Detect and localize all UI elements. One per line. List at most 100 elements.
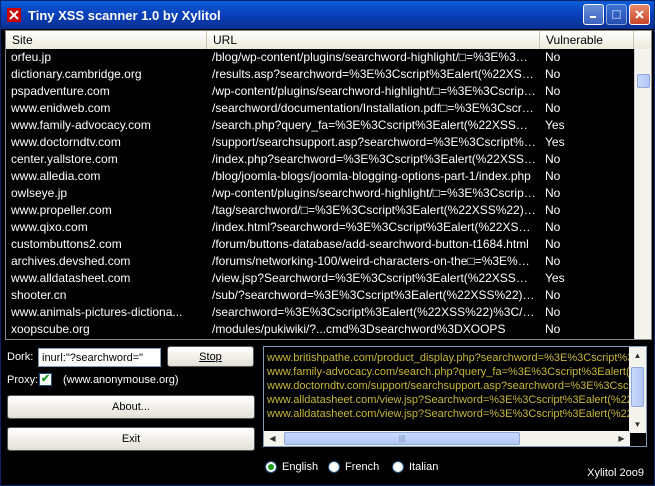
cell-vulnerable: No: [545, 186, 561, 200]
language-english-dot: [265, 461, 277, 473]
exit-button[interactable]: Exit: [7, 427, 255, 451]
log-scroll-up-icon[interactable]: ▲: [630, 348, 645, 363]
table-row[interactable]: orfeu.jp/blog/wp-content/plugins/searchw…: [6, 49, 634, 66]
dork-input[interactable]: [38, 348, 161, 367]
log-horizontal-scrollbar[interactable]: ◀ ||| ▶: [264, 431, 630, 446]
table-row[interactable]: www.animals-pictures-dictiona... /searchw…: [6, 304, 634, 321]
table-row[interactable]: center.yallstore.com/index.php?searchwor…: [6, 151, 634, 168]
log-line: www.doctorndtv.com/support/searchsupport…: [267, 380, 629, 392]
table-header: Site URL Vulnerable: [6, 31, 651, 49]
cell-site: xoopscube.org: [11, 322, 90, 336]
cell-url: /modules/pukiwiki/?...cmd%3Dsearchword%3…: [212, 322, 506, 336]
proxy-checkbox[interactable]: ✔: [39, 373, 52, 386]
cell-vulnerable: No: [545, 50, 561, 64]
column-header-url[interactable]: URL: [207, 31, 540, 49]
log-line: www.family-advocacy.com/search.php?query…: [267, 366, 629, 378]
table-row[interactable]: www.enidweb.com/searchword/documentation…: [6, 100, 634, 117]
table-row[interactable]: archives.devshed.com/forums/networking-1…: [6, 253, 634, 270]
table-row[interactable]: www.qixo.com/index.html?searchword=%3E%3…: [6, 219, 634, 236]
stop-button[interactable]: Stop: [167, 346, 254, 367]
language-english-radio[interactable]: English: [265, 461, 318, 473]
cell-vulnerable: No: [545, 101, 561, 115]
table-row[interactable]: pspadventure.com/wp-content/plugins/sear…: [6, 83, 634, 100]
language-french-radio[interactable]: French: [328, 461, 379, 473]
cell-url: /searchword=%3E%3Cscript%3Ealert(%22XSS%…: [212, 305, 540, 319]
about-button-label: About...: [112, 401, 150, 413]
cell-vulnerable: No: [545, 305, 561, 319]
stop-button-label: Stop: [199, 350, 222, 363]
cell-vulnerable: Yes: [545, 271, 565, 285]
cell-url: /blog/joomla-blogs/joomla-blogging-optio…: [212, 169, 531, 183]
language-italian-dot: [392, 461, 404, 473]
table-row[interactable]: shooter.cn/sub/?searchword=%3E%3Cscript%…: [6, 287, 634, 304]
proxy-label: Proxy:: [7, 374, 39, 386]
maximize-button[interactable]: [606, 4, 627, 25]
log-vertical-scrollbar[interactable]: ▲ ▼: [629, 347, 646, 433]
log-scroll-down-icon[interactable]: ▼: [630, 417, 645, 432]
cell-site: www.qixo.com: [11, 220, 88, 234]
cell-url: /forum/buttons-database/add-searchword-b…: [212, 237, 529, 251]
author-credit: Xylitol 2oo9: [587, 467, 644, 479]
log-scroll-left-icon[interactable]: ◀: [265, 431, 280, 446]
dork-label: Dork:: [7, 351, 34, 363]
table-row[interactable]: www.alldatasheet.com/view.jsp?Searchword…: [6, 270, 634, 287]
column-header-site[interactable]: Site: [6, 31, 207, 49]
language-french-label: French: [345, 461, 380, 473]
minimize-button[interactable]: [583, 4, 604, 25]
cell-url: /sub/?searchword=%3E%3Cscript%3Ealert(%2…: [212, 288, 540, 302]
table-vertical-scrollbar[interactable]: [634, 49, 651, 339]
cell-vulnerable: Yes: [545, 135, 565, 149]
cell-site: archives.devshed.com: [11, 254, 131, 268]
cell-url: /wp-content/plugins/searchword-highlight…: [212, 186, 540, 200]
language-italian-radio[interactable]: Italian: [392, 461, 438, 473]
table-row[interactable]: www.propeller.com/tag/searchword/□=%3E%3…: [6, 202, 634, 219]
table-scroll-thumb[interactable]: [637, 74, 650, 88]
table-row[interactable]: owlseye.jp/wp-content/plugins/searchword…: [6, 185, 634, 202]
log-horizontal-thumb[interactable]: |||: [284, 432, 520, 445]
cell-vulnerable: No: [545, 84, 561, 98]
log-scroll-right-icon[interactable]: ▶: [614, 431, 629, 446]
proxy-host-label: (www.anonymouse.org): [63, 374, 179, 386]
app-icon: [6, 7, 22, 23]
cell-site: center.yallstore.com: [11, 152, 118, 166]
vulnerable-log[interactable]: www.britishpathe.com/product_display.php…: [263, 346, 647, 447]
cell-site: custombuttons2.com: [11, 237, 122, 251]
cell-site: www.alldatasheet.com: [11, 271, 131, 285]
cell-url: /index.php?searchword=%3E%3Cscript%3Eale…: [212, 152, 540, 166]
cell-url: /index.html?searchword=%3E%3Cscript%3Eal…: [212, 220, 540, 234]
log-line: www.britishpathe.com/product_display.php…: [267, 352, 629, 364]
cell-vulnerable: No: [545, 288, 561, 302]
cell-site: www.doctorndtv.com: [11, 135, 121, 149]
close-button[interactable]: [629, 4, 650, 25]
table-row[interactable]: www.family-advocacy.com/search.php?query…: [6, 117, 634, 134]
table-row[interactable]: xoopscube.org/modules/pukiwiki/?...cmd%3…: [6, 321, 634, 338]
cell-site: www.family-advocacy.com: [11, 118, 151, 132]
table-row[interactable]: www.doctorndtv.com/support/searchsupport…: [6, 134, 634, 151]
cell-url: /searchword/documentation/Installation.p…: [212, 101, 540, 115]
language-french-dot: [328, 461, 340, 473]
cell-vulnerable: Yes: [545, 118, 565, 132]
cell-vulnerable: No: [545, 254, 561, 268]
cell-site: dictionary.cambridge.org: [11, 67, 142, 81]
cell-vulnerable: No: [545, 322, 561, 336]
table-row[interactable]: dictionary.cambridge.org/results.asp?sea…: [6, 66, 634, 83]
window-title: Tiny XSS scanner 1.0 by Xylitol: [28, 7, 221, 23]
cell-url: /results.asp?searchword=%3E%3Cscript%3Ea…: [212, 67, 540, 81]
exit-button-label: Exit: [121, 433, 141, 445]
title-bar[interactable]: Tiny XSS scanner 1.0 by Xylitol: [1, 1, 654, 29]
table-row[interactable]: www.alledia.com/blog/joomla-blogs/joomla…: [6, 168, 634, 185]
cell-site: shooter.cn: [11, 288, 67, 302]
log-vertical-thumb[interactable]: [631, 367, 644, 407]
results-table[interactable]: Site URL Vulnerable orfeu.jp/blog/wp-con…: [5, 30, 652, 340]
cell-url: /tag/searchword/□=%3E%3Cscript%3Ealert(%…: [212, 203, 540, 217]
cell-site: www.enidweb.com: [11, 101, 111, 115]
column-header-vulnerable[interactable]: Vulnerable: [540, 31, 634, 49]
cell-site: www.alledia.com: [11, 169, 101, 183]
cell-site: owlseye.jp: [11, 186, 68, 200]
cell-vulnerable: No: [545, 67, 561, 81]
cell-url: /forums/networking-100/weird-characters-…: [212, 254, 540, 268]
table-row[interactable]: custombuttons2.com/forum/buttons-databas…: [6, 236, 634, 253]
cell-site: www.propeller.com: [11, 203, 112, 217]
cell-url: /wp-content/plugins/searchword-highlight…: [212, 84, 540, 98]
about-button[interactable]: About...: [7, 395, 255, 419]
